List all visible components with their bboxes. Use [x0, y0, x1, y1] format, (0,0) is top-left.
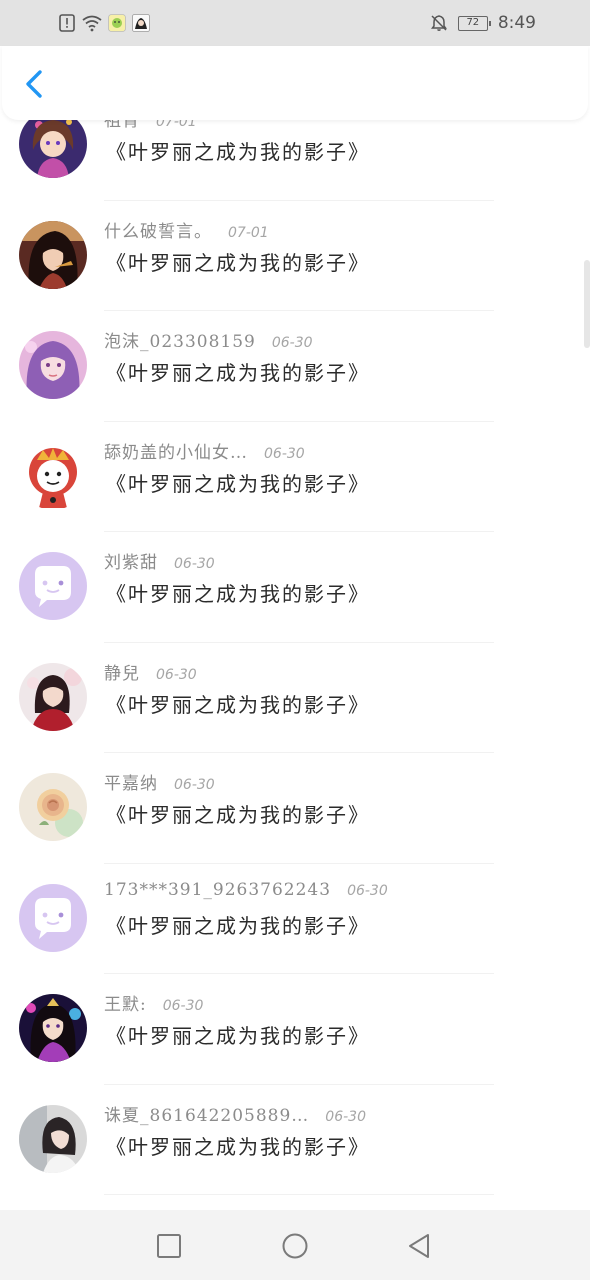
- comment-date: 06-30: [162, 998, 204, 1014]
- avatar[interactable]: [19, 773, 87, 841]
- home-icon[interactable]: [281, 1232, 309, 1260]
- comment-meta: 什么破誓言。 07-01: [104, 217, 269, 242]
- user-name[interactable]: 舔奶盖的小仙女…: [104, 438, 248, 463]
- scrollbar-thumb[interactable]: [584, 260, 590, 348]
- comment-meta: 祖青 07-01: [104, 120, 197, 131]
- user-name[interactable]: 诛夏_861642205889…: [104, 1101, 309, 1126]
- comment-list[interactable]: 祖青 07-01 《叶罗丽之成为我的影子》 什么破誓言。 07-01 《叶罗丽之成为我的影…: [0, 120, 590, 1210]
- screen: 72 8:49 祖青 07-01 《叶罗丽之成为我的影子》 什么破誓言。 07-01 《叶…: [0, 0, 590, 1280]
- user-name[interactable]: 泡沫_023308159: [104, 327, 256, 352]
- battery-icon: 72: [457, 15, 491, 31]
- comment-date: 06-30: [174, 777, 215, 793]
- comment-text: 《叶罗丽之成为我的影子》: [106, 803, 370, 827]
- avatar[interactable]: [19, 662, 87, 731]
- comment-item[interactable]: 刘紫甜 06-30 《叶罗丽之成为我的影子》: [0, 532, 590, 643]
- comment-date: 06-30: [264, 445, 305, 462]
- avatar[interactable]: [19, 120, 87, 178]
- comment-text: 《叶罗丽之成为我的影子》: [106, 471, 370, 496]
- avatar[interactable]: [19, 883, 87, 952]
- chevron-left-icon[interactable]: [16, 66, 50, 102]
- comment-item[interactable]: 诛夏_861642205889… 06-30 《叶罗丽之成为我的影子》: [0, 1085, 590, 1195]
- divider: [104, 1194, 494, 1195]
- comment-text: 《叶罗丽之成为我的影子》: [106, 361, 370, 385]
- status-bar: 72 8:49: [0, 0, 590, 46]
- comment-item[interactable]: 舔奶盖的小仙女… 06-30 《叶罗丽之成为我的影子》: [0, 422, 590, 532]
- comment-meta: 诛夏_861642205889… 06-30: [104, 1101, 366, 1126]
- avatar[interactable]: [19, 441, 87, 510]
- avatar[interactable]: [19, 552, 87, 620]
- comment-item[interactable]: 什么破誓言。 07-01 《叶罗丽之成为我的影子》: [0, 201, 590, 311]
- back-triangle-icon[interactable]: [405, 1232, 433, 1260]
- comment-item[interactable]: 静兒 06-30 《叶罗丽之成为我的影子》: [0, 643, 590, 753]
- status-left-icons: [58, 12, 150, 34]
- top-app-bar: [2, 46, 588, 120]
- comment-meta: 泡沫_023308159 06-30: [104, 327, 313, 352]
- alert-icon: [59, 14, 75, 32]
- app-notification-icon: [132, 14, 150, 32]
- comment-meta: 刘紫甜 06-30: [104, 548, 215, 573]
- wifi-icon: [82, 15, 102, 32]
- recent-apps-icon[interactable]: [155, 1232, 183, 1260]
- user-name[interactable]: 王默:: [104, 990, 147, 1015]
- app-notification-icon: [108, 14, 126, 32]
- comment-date: 06-30: [156, 666, 197, 683]
- comment-date: 06-30: [271, 335, 313, 351]
- comment-text: 《叶罗丽之成为我的影子》: [106, 582, 370, 606]
- avatar[interactable]: [19, 1104, 87, 1173]
- comment-meta: 173***391_9263762243 06-30: [104, 880, 388, 902]
- comment-date: 07-01: [156, 120, 197, 130]
- comment-meta: 舔奶盖的小仙女… 06-30: [104, 438, 305, 463]
- comment-item[interactable]: 平嘉纳 06-30 《叶罗丽之成为我的影子》: [0, 753, 590, 864]
- battery-level: 72: [466, 17, 480, 28]
- status-right-icons: 72 8:49: [430, 12, 536, 34]
- comment-text: 《叶罗丽之成为我的影子》: [106, 1134, 370, 1159]
- user-name[interactable]: 静兒: [104, 659, 140, 684]
- user-name[interactable]: 173***391_9263762243: [104, 880, 331, 900]
- comment-item[interactable]: 173***391_9263762243 06-30 《叶罗丽之成为我的影子》: [0, 864, 590, 974]
- user-name[interactable]: 平嘉纳: [104, 769, 158, 794]
- avatar[interactable]: [19, 331, 87, 399]
- comment-date: 06-30: [174, 556, 215, 572]
- comment-text: 《叶罗丽之成为我的影子》: [106, 250, 370, 275]
- comment-text: 《叶罗丽之成为我的影子》: [106, 692, 370, 717]
- user-name[interactable]: 祖青: [104, 120, 140, 131]
- comment-item[interactable]: 王默: 06-30 《叶罗丽之成为我的影子》: [0, 974, 590, 1085]
- avatar[interactable]: [19, 994, 87, 1062]
- user-name[interactable]: 什么破誓言。: [104, 217, 212, 242]
- mute-bell-icon: [430, 15, 447, 31]
- comment-item[interactable]: 祖青 07-01 《叶罗丽之成为我的影子》: [0, 120, 590, 201]
- user-name[interactable]: 刘紫甜: [104, 548, 158, 573]
- comment-date: 06-30: [325, 1108, 366, 1125]
- avatar[interactable]: [19, 220, 87, 289]
- comment-list-inner: 祖青 07-01 《叶罗丽之成为我的影子》 什么破誓言。 07-01 《叶罗丽之成为我的影…: [0, 120, 590, 1195]
- comment-date: 07-01: [228, 224, 269, 241]
- comment-text: 《叶罗丽之成为我的影子》: [106, 1024, 370, 1048]
- comment-date: 06-30: [347, 882, 388, 899]
- comment-text: 《叶罗丽之成为我的影子》: [106, 140, 370, 164]
- comment-meta: 王默: 06-30: [104, 990, 204, 1015]
- system-nav-bar: [0, 1210, 590, 1280]
- status-time: 8:49: [497, 13, 536, 33]
- comment-item[interactable]: 泡沫_023308159 06-30 《叶罗丽之成为我的影子》: [0, 311, 590, 422]
- comment-meta: 静兒 06-30: [104, 659, 197, 684]
- comment-meta: 平嘉纳 06-30: [104, 769, 215, 794]
- comment-text: 《叶罗丽之成为我的影子》: [106, 913, 370, 938]
